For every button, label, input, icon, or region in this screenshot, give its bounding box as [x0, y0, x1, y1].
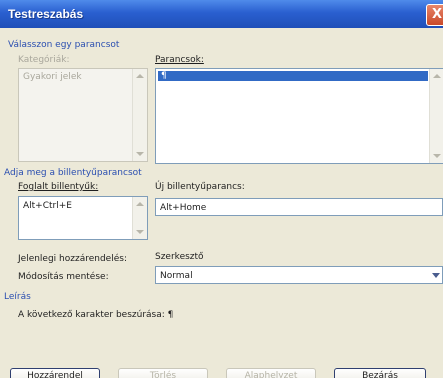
dialog-title: Testreszabás	[8, 7, 84, 21]
assigned-value: Szerkesztő	[155, 252, 204, 262]
commands-label: Parancsok:	[155, 55, 204, 65]
remove-button[interactable]: Törlés	[118, 368, 208, 378]
categories-scrollbar[interactable]	[132, 69, 147, 161]
scroll-up-icon[interactable]	[136, 74, 144, 78]
current-keys-list[interactable]: Alt+Ctrl+E	[18, 196, 148, 240]
scroll-up-icon[interactable]	[433, 74, 441, 78]
close-button[interactable]: Bezárás	[334, 368, 426, 378]
save-in-label: Módosítás mentése:	[18, 272, 109, 282]
categories-list[interactable]: Gyakori jelek	[18, 68, 148, 162]
new-shortcut-label: Új billentyűparancs:	[155, 182, 245, 192]
close-icon[interactable]: X	[426, 4, 443, 26]
assign-button[interactable]: Hozzárendel	[10, 368, 100, 378]
chevron-down-icon[interactable]	[432, 273, 440, 278]
customize-dialog: Testreszabás X Válasszon egy parancsot K…	[0, 0, 443, 378]
new-shortcut-input[interactable]: Alt+Home	[155, 198, 443, 216]
save-in-select[interactable]: Normal	[155, 266, 443, 284]
scroll-down-icon[interactable]	[136, 152, 144, 156]
command-section-heading: Válasszon egy parancsot	[8, 40, 120, 50]
assigned-label: Jelenlegi hozzárendelés:	[18, 254, 127, 264]
current-keys-item[interactable]: Alt+Ctrl+E	[23, 201, 72, 211]
reset-all-button[interactable]: Alaphelyzet	[226, 368, 316, 378]
commands-list-selected-item[interactable]: ¶	[158, 71, 428, 81]
current-keys-scrollbar[interactable]	[132, 197, 147, 239]
scroll-down-icon[interactable]	[136, 230, 144, 234]
description-text: A következő karakter beszúrása: ¶	[18, 310, 174, 320]
shortcut-section-heading: Adja meg a billentyűparancsot	[4, 168, 142, 178]
scroll-down-icon[interactable]	[433, 154, 441, 158]
current-keys-label: Foglalt billentyűk:	[18, 182, 99, 192]
scroll-up-icon[interactable]	[136, 202, 144, 206]
description-heading: Leírás	[4, 292, 31, 302]
title-bar: Testreszabás X	[0, 0, 443, 28]
save-in-selected-value: Normal	[160, 271, 193, 281]
commands-list[interactable]: ¶	[155, 68, 443, 164]
categories-list-item: Gyakori jelek	[23, 72, 82, 82]
categories-label: Kategóriák:	[18, 55, 70, 65]
commands-label-text: Parancsok:	[155, 55, 204, 65]
commands-scrollbar[interactable]	[429, 69, 443, 163]
